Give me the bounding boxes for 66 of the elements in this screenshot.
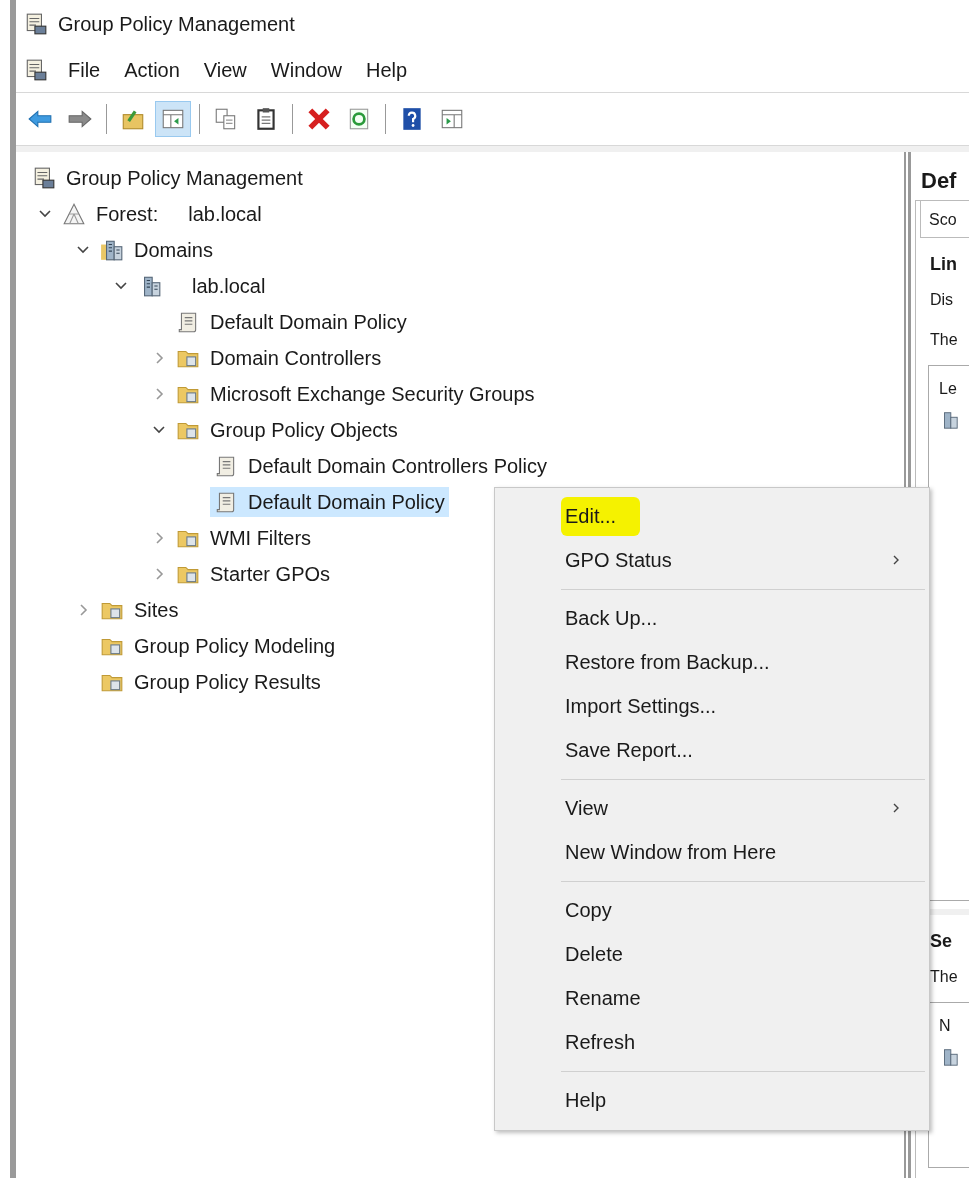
tree-label: Domains	[134, 238, 213, 262]
section-heading: Lin	[929, 253, 958, 276]
tree-label: WMI Filters	[210, 526, 312, 550]
column-header: N	[939, 1017, 952, 1035]
context-menu-item[interactable]: Delete	[495, 932, 929, 976]
console-icon	[24, 12, 48, 36]
tree-item[interactable]: lab.local	[134, 271, 270, 301]
context-menu-item[interactable]: New Window from Here	[495, 830, 929, 874]
column-header: Le	[939, 380, 958, 398]
tree-label: Group Policy Management	[66, 166, 303, 190]
context-menu-item[interactable]: GPO Status	[495, 538, 929, 582]
tree-item[interactable]: Group Policy Management	[28, 163, 307, 193]
tab[interactable]: Sco	[920, 201, 969, 238]
building-icon	[100, 238, 124, 262]
tree-toggle-button[interactable]	[155, 101, 191, 137]
tree-label: Starter GPOs	[210, 562, 331, 586]
console-icon	[32, 166, 56, 190]
tree-label: Group Policy Objects	[210, 418, 398, 442]
tree-label: Default Domain Policy	[210, 310, 407, 334]
tree-item[interactable]: Group Policy Modeling	[96, 631, 340, 661]
tree-label: Group Policy Results	[134, 670, 321, 694]
tree-label: lab.local	[188, 202, 262, 226]
context-menu-item[interactable]: Rename	[495, 976, 929, 1020]
context-menu-item[interactable]: Edit...	[495, 494, 929, 538]
tree-label: Domain Controllers	[210, 346, 382, 370]
tree-item[interactable]: Default Domain Policy	[172, 307, 411, 337]
tree-item[interactable]: WMI Filters	[172, 523, 316, 553]
tree-label: Sites	[134, 598, 179, 622]
tree-label: Default Domain Controllers Policy	[248, 454, 547, 478]
tree-item[interactable]: Microsoft Exchange Security Groups	[172, 379, 539, 409]
tree-label: Microsoft Exchange Security Groups	[210, 382, 535, 406]
tree-label: Default Domain Policy	[248, 490, 445, 514]
section-heading: Se	[929, 930, 954, 953]
pane-title: Def	[920, 167, 958, 195]
tree-item[interactable]: Group Policy Results	[96, 667, 325, 697]
section-text: Dis	[929, 290, 955, 310]
context-menu-item[interactable]: Help	[495, 1078, 929, 1122]
tree-item[interactable]: Default Domain Policy	[210, 487, 449, 517]
section-text: The	[929, 330, 959, 350]
delete-icon	[306, 106, 332, 132]
tree-item[interactable]: Starter GPOs	[172, 559, 335, 589]
tree-label: lab.local	[192, 274, 266, 298]
console-icon	[24, 58, 48, 82]
context-menu-item[interactable]: Restore from Backup...	[495, 640, 929, 684]
context-menu-item[interactable]: Copy	[495, 888, 929, 932]
context-menu-item[interactable]: Back Up...	[495, 596, 929, 640]
section-text: The	[929, 967, 959, 987]
tree-label: Group Policy Modeling	[134, 634, 336, 658]
tree-item[interactable]: Default Domain Controllers Policy	[210, 451, 551, 481]
context-menu-item[interactable]: View	[495, 786, 929, 830]
triangle-icon	[62, 202, 86, 226]
context-menu-item[interactable]: Save Report...	[495, 728, 929, 772]
menu-item[interactable]: View	[191, 54, 259, 86]
tree-item[interactable]: Domain Controllers	[172, 343, 386, 373]
tree-item[interactable]: Forest: lab.local	[58, 199, 266, 229]
tree-item[interactable]: Sites	[96, 595, 183, 625]
tree-label: Forest:	[96, 202, 159, 226]
context-menu-item[interactable]: Import Settings...	[495, 684, 929, 728]
tree-item[interactable]: Domains	[96, 235, 217, 265]
menu-item[interactable]: File	[56, 54, 113, 86]
window-title: Group Policy Management	[58, 12, 295, 36]
menu-item[interactable]: Window	[258, 54, 354, 86]
context-menu-item[interactable]: Refresh	[495, 1020, 929, 1064]
tree-item[interactable]: Group Policy Objects	[172, 415, 402, 445]
menu-item[interactable]: Action	[112, 54, 192, 86]
menu-item[interactable]: Help	[353, 54, 420, 86]
